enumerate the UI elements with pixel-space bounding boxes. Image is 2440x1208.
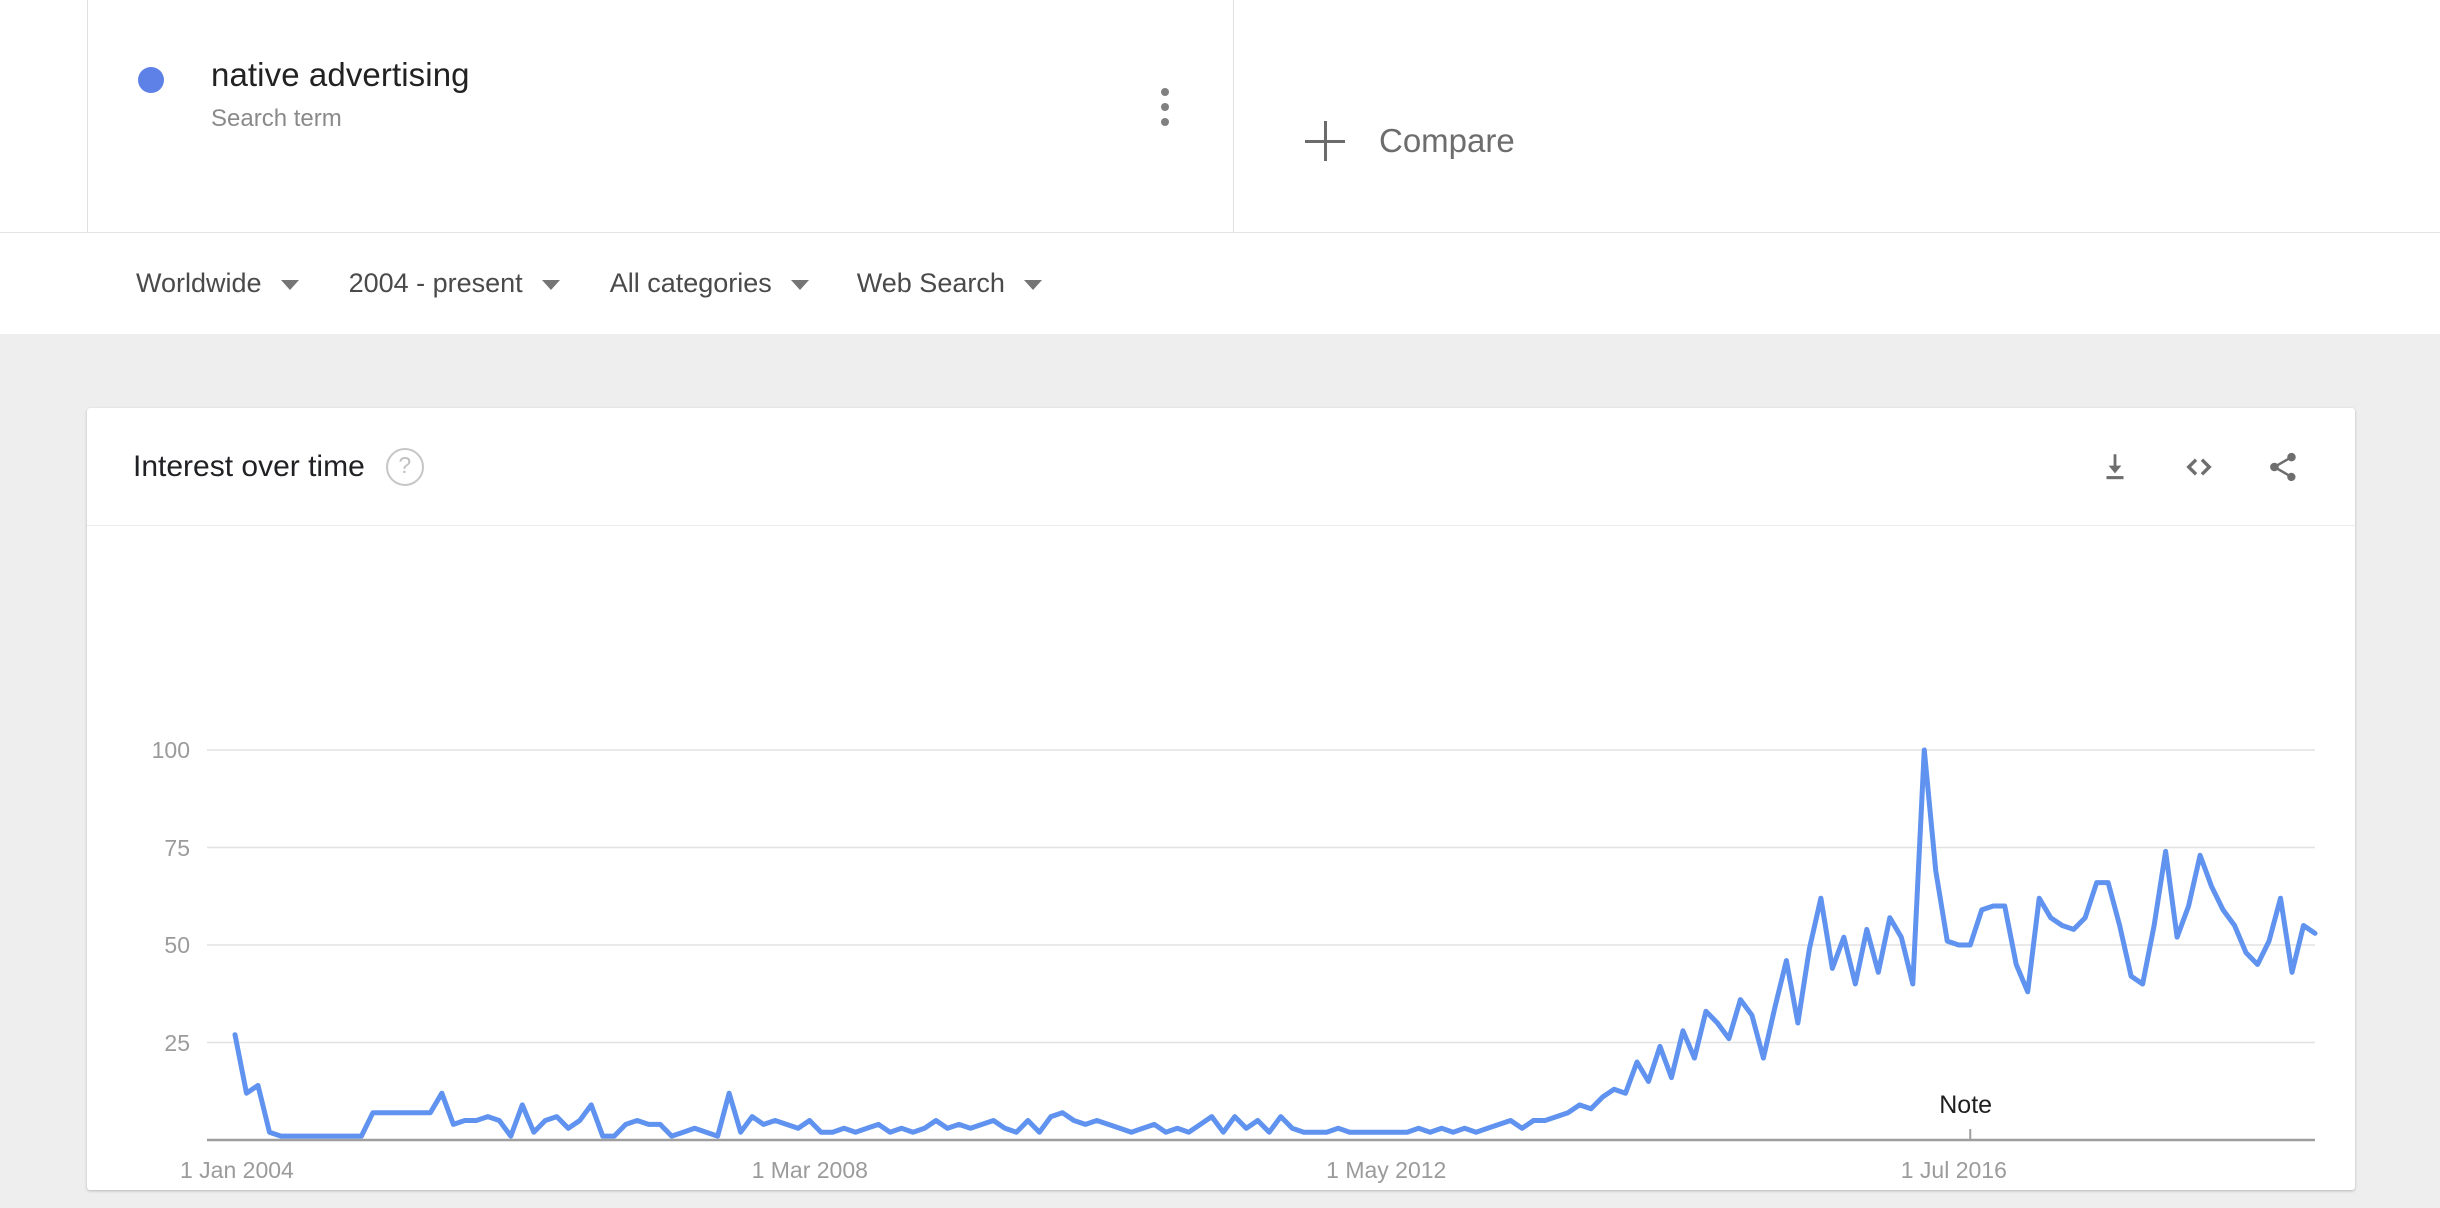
kebab-dot-1 xyxy=(1161,88,1169,96)
chevron-down-icon xyxy=(541,280,560,290)
filter-time-range[interactable]: 2004 - present xyxy=(349,268,560,299)
chart-body: 25 50 75 100 1 Jan 2004 1 Mar 2008 1 May 2012 1… xyxy=(87,526,2355,1189)
compare-button[interactable]: Compare xyxy=(1234,0,1515,232)
chevron-down-icon xyxy=(280,280,299,290)
filter-search-type[interactable]: Web Search xyxy=(857,268,1042,299)
card-header: Interest over time ? xyxy=(87,408,2355,526)
search-term-name: native advertising xyxy=(211,56,470,93)
plus-icon xyxy=(1305,121,1345,161)
card-title: Interest over time xyxy=(133,450,365,483)
filter-time-range-label: 2004 - present xyxy=(348,268,523,298)
search-terms-row: native advertising Search term Compare xyxy=(0,0,2440,233)
y-axis-tick-label: 75 xyxy=(164,834,190,861)
download-icon[interactable] xyxy=(2089,441,2141,493)
card-header-left: Interest over time ? xyxy=(133,447,424,486)
x-axis-tick-label: 1 Jan 2004 xyxy=(180,1157,294,1183)
y-axis-tick-label: 100 xyxy=(151,737,190,763)
chevron-down-icon xyxy=(790,280,809,290)
trend-line-native-advertising xyxy=(232,747,2318,1139)
kebab-dot-2 xyxy=(1161,103,1169,111)
embed-code-icon[interactable] xyxy=(2173,441,2225,493)
filter-location[interactable]: Worldwide xyxy=(136,268,299,299)
kebab-dot-3 xyxy=(1161,118,1169,126)
y-axis-tick-label: 25 xyxy=(164,1029,190,1056)
interest-over-time-chart[interactable] xyxy=(87,526,2355,1189)
filter-search-type-label: Web Search xyxy=(856,268,1005,298)
kebab-menu-icon[interactable] xyxy=(1150,88,1180,126)
interest-over-time-card: Interest over time ? 25 50 75 100 1 Jan … xyxy=(87,408,2355,1190)
compare-label: Compare xyxy=(1379,122,1515,159)
x-axis-tick-label: 1 Mar 2008 xyxy=(751,1157,868,1183)
x-axis-tick-label: 1 Jul 2016 xyxy=(1900,1157,2007,1183)
chevron-down-icon xyxy=(1023,280,1042,290)
search-term-card[interactable]: native advertising Search term xyxy=(87,0,1234,233)
share-icon[interactable] xyxy=(2257,441,2309,493)
card-header-actions xyxy=(2057,441,2309,493)
filter-location-label: Worldwide xyxy=(136,268,262,298)
filter-bar: Worldwide 2004 - present All categories … xyxy=(0,233,2440,334)
search-term-type: Search term xyxy=(211,105,342,132)
top-header-region: native advertising Search term Compare W… xyxy=(0,0,2440,334)
filter-category-label: All categories xyxy=(609,268,772,298)
help-question-icon[interactable]: ? xyxy=(385,447,424,486)
x-axis-tick-label: 1 May 2012 xyxy=(1326,1157,1447,1183)
chart-annotation-note[interactable]: Note xyxy=(1939,1091,1992,1119)
search-term-text-block: native advertising Search term xyxy=(211,55,470,133)
y-axis-tick-label: 50 xyxy=(164,932,190,958)
series-color-dot xyxy=(138,67,164,93)
search-term-content: native advertising Search term xyxy=(88,0,470,133)
filter-category[interactable]: All categories xyxy=(610,268,809,299)
